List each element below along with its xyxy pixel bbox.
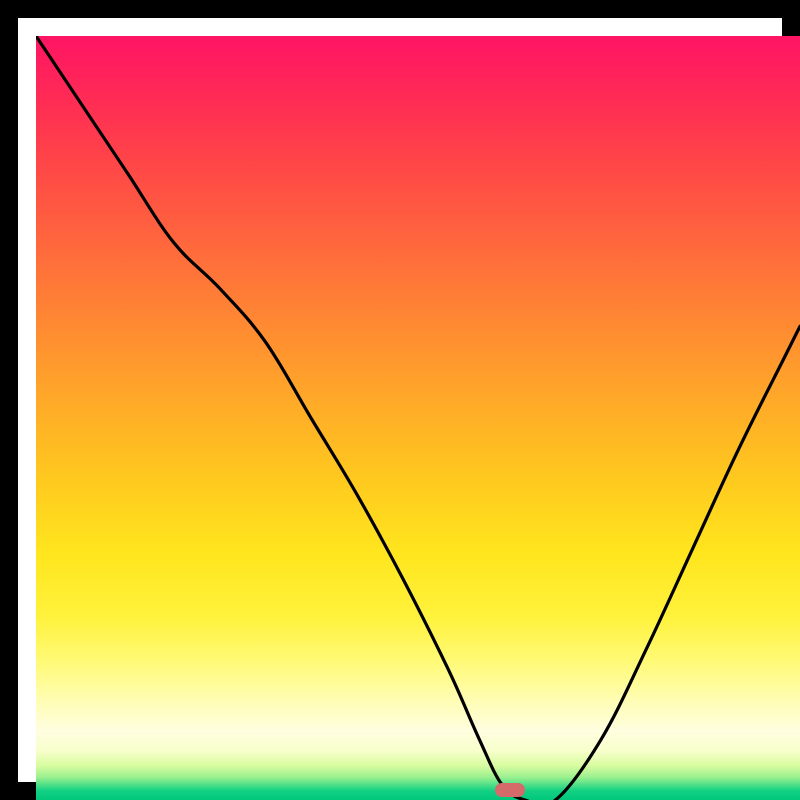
- chart-frame: [0, 0, 800, 800]
- bottleneck-curve: [36, 36, 800, 800]
- plot-area: [36, 36, 800, 800]
- optimum-marker: [495, 783, 525, 797]
